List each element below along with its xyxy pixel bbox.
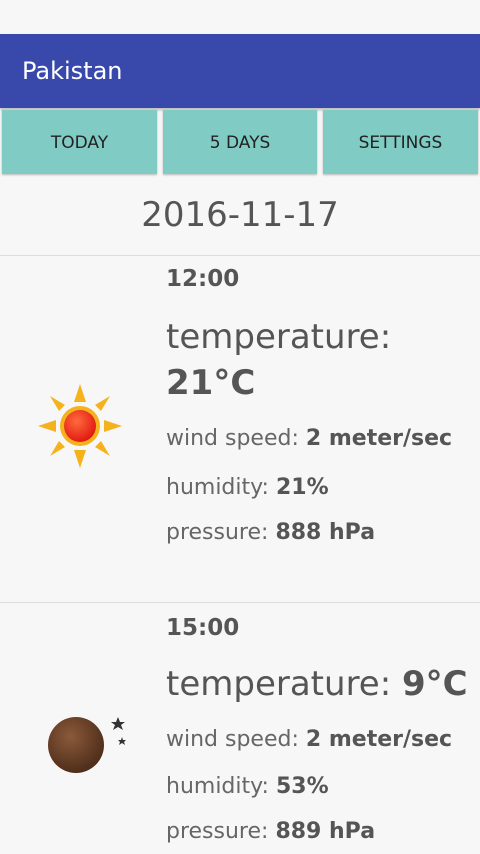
temperature-label: temperature: [166,664,392,704]
humidity-value: 21% [275,475,329,500]
forecast-item: 12:00 temperature: 21°C wind speed: 2 me… [0,256,480,602]
temperature-value: 21°C [166,363,256,403]
tab-settings[interactable]: SETTINGS [323,110,478,174]
temperature-block: temperature: 9°C [166,661,468,707]
humidity-row: humidity: 21% [166,475,329,500]
humidity-label: humidity: [166,475,269,500]
forecast-time: 12:00 [166,266,240,292]
forecast-date: 2016-11-17 [141,195,339,235]
pressure-row: pressure: 889 hPa [166,819,375,844]
pressure-label: pressure: [166,819,269,844]
humidity-label: humidity: [166,774,269,799]
temperature-value: 9°C [401,664,468,704]
wind-value: 2 meter/sec [305,727,453,752]
app-title: Pakistan [22,57,123,85]
pressure-value: 888 hPa [275,520,376,545]
wind-row: wind speed: 2 meter/sec [166,727,452,752]
tab-5-days[interactable]: 5 DAYS [163,110,317,174]
temperature-block: temperature: 21°C [166,314,391,406]
humidity-row: humidity: 53% [166,774,329,799]
night-moon-icon [38,703,126,787]
app-bar: Pakistan [0,34,480,108]
tab-bar: TODAY 5 DAYS SETTINGS [0,110,480,174]
wind-label: wind speed: [166,727,299,752]
humidity-value: 53% [275,774,329,799]
pressure-value: 889 hPa [275,819,376,844]
temperature-label: temperature: [166,317,392,357]
wind-label: wind speed: [166,426,299,451]
wind-row: wind speed: 2 meter/sec [166,426,452,451]
tab-today[interactable]: TODAY [2,110,157,174]
pressure-row: pressure: 888 hPa [166,520,375,545]
wind-value: 2 meter/sec [305,426,453,451]
forecast-time: 15:00 [166,615,240,641]
forecast-item: 15:00 temperature: 9°C wind speed: 2 met… [0,603,480,854]
status-bar [0,0,480,34]
sun-icon [38,384,122,468]
pressure-label: pressure: [166,520,269,545]
